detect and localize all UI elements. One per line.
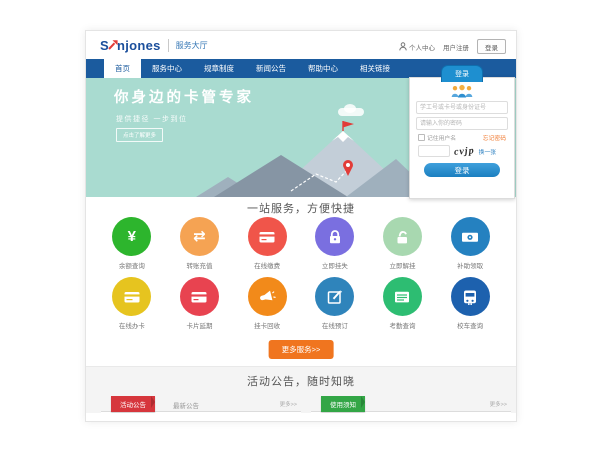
notice-ribbon[interactable]: 使用须知 (321, 396, 365, 412)
banknote-icon (451, 217, 490, 256)
service-item-apply-card[interactable]: 在线办卡 (98, 277, 166, 330)
nav-item-news[interactable]: 新闻公告 (245, 59, 297, 78)
mountain-illustration (196, 119, 436, 197)
attendance-icon (383, 277, 422, 316)
remember-label: 记住用户名 (427, 133, 456, 142)
services-title: 一站服务，方便快捷 (86, 200, 516, 216)
nav-item-rules[interactable]: 规章制度 (193, 59, 245, 78)
site-page: S njones 服务大厅 个人中心 用户注册 登录 首页 服务中 (85, 30, 517, 422)
personal-center-link[interactable]: 个人中心 (399, 42, 435, 52)
login-submit-button[interactable]: 登录 (424, 163, 500, 177)
logo-product-name: 服务大厅 (168, 39, 208, 52)
credit-card-icon (248, 217, 287, 256)
yen-icon: ¥ (112, 217, 151, 256)
service-label: 挂卡回收 (254, 320, 280, 330)
more-services-button[interactable]: 更多服务>> (269, 340, 334, 359)
service-item-card-renewal[interactable]: 卡片延期 (166, 277, 234, 330)
bus-icon (451, 277, 490, 316)
service-label: 卡片延期 (186, 320, 212, 330)
forgot-password-link[interactable]: 忘记密码 (483, 133, 506, 142)
password-input[interactable] (416, 117, 508, 130)
person-icon (399, 42, 407, 51)
lock-closed-icon (315, 217, 354, 256)
service-label: 补助领取 (457, 260, 483, 270)
remember-row: 记住用户名 忘记密码 (418, 133, 506, 142)
latest-news-tab[interactable]: 最新公告 (173, 400, 199, 410)
login-panel: 登录 记住用户名 忘记密码 cvjp 换一张 登录 (409, 77, 515, 199)
remember-checkbox[interactable] (418, 134, 425, 141)
register-link[interactable]: 用户注册 (443, 42, 469, 52)
top-header: S njones 服务大厅 个人中心 用户注册 登录 (86, 31, 516, 59)
transfer-arrows-icon: ⇄ (180, 217, 219, 256)
edit-icon (315, 277, 354, 316)
announcements-title: 活动公告，随时知晓 (86, 373, 516, 389)
captcha-refresh-link[interactable]: 换一张 (479, 147, 496, 156)
lock-open-icon (383, 217, 422, 256)
banner-subline: 提供捷径 一步到位 (116, 114, 187, 124)
service-label: 立即挂失 (322, 260, 348, 270)
logo-text-rest: njones (117, 38, 161, 53)
banner-cta-button[interactable]: 点击了解更多 (116, 128, 163, 142)
service-label: 考勤查询 (389, 320, 415, 330)
announcements-section: 活动公告，随时知晓 活动公告 最新公告 更多>> 使用须知 更多>> (86, 366, 516, 422)
service-item-unlock[interactable]: 立即解挂 (369, 217, 437, 270)
notice-more-link[interactable]: 更多>> (490, 400, 507, 408)
service-item-school-bus[interactable]: 校车查询 (436, 277, 504, 330)
card-icon (112, 277, 151, 316)
service-label: 转账充值 (186, 260, 212, 270)
captcha-image: cvjp (454, 145, 475, 157)
activity-more-link[interactable]: 更多>> (280, 400, 297, 408)
captcha-input[interactable] (418, 145, 450, 157)
activity-ribbon[interactable]: 活动公告 (111, 396, 155, 412)
nav-item-help[interactable]: 帮助中心 (297, 59, 349, 78)
service-item-transfer[interactable]: ⇄ 转账充值 (166, 217, 234, 270)
megaphone-icon (248, 277, 287, 316)
nav-item-links[interactable]: 相关链接 (349, 59, 401, 78)
service-item-report-loss[interactable]: 立即挂失 (301, 217, 369, 270)
header-utility-links: 个人中心 用户注册 登录 (399, 39, 506, 54)
service-label: 立即解挂 (389, 260, 415, 270)
header-login-button[interactable]: 登录 (477, 39, 506, 54)
service-item-attendance[interactable]: 考勤查询 (369, 277, 437, 330)
nav-item-service-center[interactable]: 服务中心 (141, 59, 193, 78)
users-icon (448, 84, 476, 98)
services-grid: ¥ 余额查询 ⇄ 转账充值 在线缴费 (98, 217, 504, 330)
register-label: 用户注册 (443, 42, 469, 52)
banner-headline: 你身边的卡管专家 (114, 86, 254, 107)
service-label: 余额查询 (119, 260, 145, 270)
services-section: 一站服务，方便快捷 ¥ 余额查询 ⇄ 转账充值 (86, 197, 516, 366)
service-item-balance[interactable]: ¥ 余额查询 (98, 217, 166, 270)
service-item-reservation[interactable]: 在线预订 (301, 277, 369, 330)
site-logo[interactable]: S njones 服务大厅 (100, 38, 208, 53)
activity-panel-header: 活动公告 最新公告 更多>> (101, 396, 301, 412)
nav-item-home[interactable]: 首页 (104, 59, 141, 78)
cloud-icon (338, 108, 364, 116)
username-input[interactable] (416, 101, 508, 114)
personal-center-label: 个人中心 (409, 42, 435, 52)
login-tab[interactable]: 登录 (441, 65, 483, 82)
service-item-card-recycle[interactable]: 挂卡回收 (233, 277, 301, 330)
service-label: 校车查询 (457, 320, 483, 330)
service-item-pay-online[interactable]: 在线缴费 (233, 217, 301, 270)
service-label: 在线缴费 (254, 260, 280, 270)
yen-glyph: ¥ (128, 229, 136, 244)
notice-panel-header: 使用须知 更多>> (311, 396, 511, 412)
transfer-glyph: ⇄ (193, 229, 206, 244)
card-icon (180, 277, 219, 316)
service-item-subsidy[interactable]: 补助领取 (436, 217, 504, 270)
captcha-row: cvjp 换一张 (418, 145, 506, 157)
service-label: 在线办卡 (119, 320, 145, 330)
bottom-strip (86, 413, 516, 422)
service-label: 在线预订 (322, 320, 348, 330)
